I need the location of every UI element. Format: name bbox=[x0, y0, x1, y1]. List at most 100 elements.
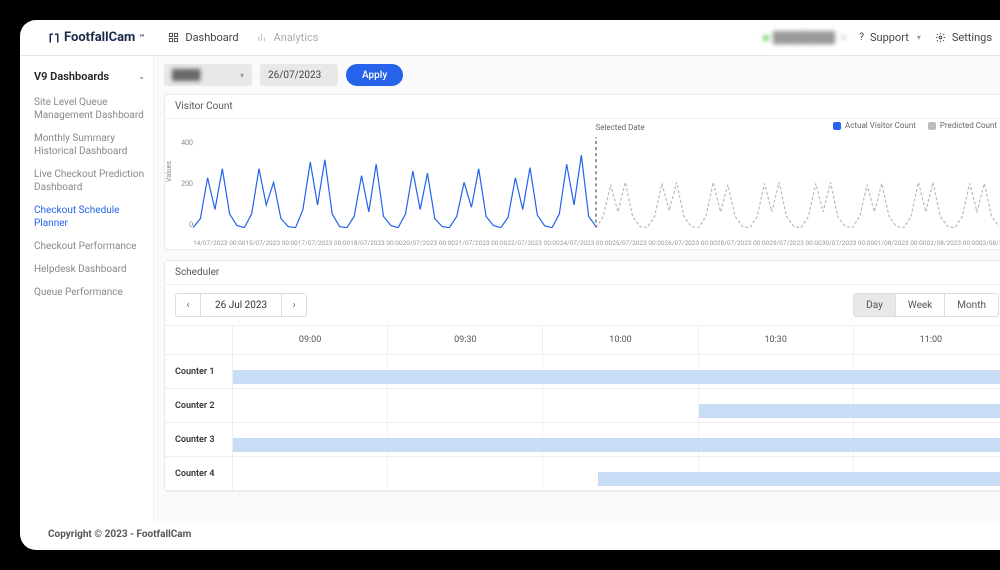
x-tick: 22/07/2023 00:00 bbox=[507, 239, 559, 247]
scheduler-cells[interactable] bbox=[233, 457, 1000, 490]
sidebar-heading[interactable]: V9 Dashboards ⌄ bbox=[34, 66, 145, 91]
scheduler-row-label: Counter 3 bbox=[165, 423, 233, 456]
chevron-right-icon: › bbox=[293, 300, 296, 311]
x-tick: 01/08/2023 00:00 bbox=[874, 239, 926, 247]
logo-icon bbox=[48, 32, 60, 44]
sidebar-item[interactable]: Site Level Queue Management Dashboard bbox=[34, 91, 145, 127]
nav-settings-label: Settings bbox=[952, 31, 992, 44]
chevron-left-icon: ‹ bbox=[186, 300, 189, 311]
scheduler-cells[interactable] bbox=[233, 423, 1000, 456]
y-tick: 0 bbox=[175, 221, 193, 229]
visitor-count-card: Visitor Count Selected Date Actual Visit… bbox=[164, 94, 1000, 250]
nav-dashboard-label: Dashboard bbox=[185, 31, 238, 44]
view-month-button[interactable]: Month bbox=[944, 294, 998, 316]
view-toggle: Day Week Month bbox=[853, 293, 999, 317]
chart-legend: Actual Visitor Count Predicted Count bbox=[833, 121, 997, 130]
user-menu[interactable]: ████████ ▾ bbox=[763, 31, 845, 44]
legend-predicted[interactable]: Predicted Count bbox=[928, 121, 997, 130]
x-tick: 15/07/2023 00:00 bbox=[245, 239, 297, 247]
time-header-cell: 10:00 bbox=[543, 326, 698, 354]
x-tick: 02/08/2023 00:00 bbox=[926, 239, 978, 247]
sidebar-item[interactable]: Helpdesk Dashboard bbox=[34, 258, 145, 281]
date-navigator: ‹ 26 Jul 2023 › bbox=[175, 293, 307, 317]
scheduler-cell[interactable] bbox=[233, 457, 388, 490]
scheduler-cell[interactable] bbox=[388, 389, 543, 422]
actual-line bbox=[193, 155, 596, 228]
prev-date-button[interactable]: ‹ bbox=[176, 300, 200, 311]
date-picker-value: 26/07/2023 bbox=[268, 70, 321, 81]
topbar: FootfallCam ™ Dashboard Analytics ███████… bbox=[20, 20, 1000, 56]
chevron-down-icon: ▾ bbox=[841, 33, 845, 42]
scheduler-cell[interactable] bbox=[388, 457, 543, 490]
site-selector[interactable]: ████ ▾ bbox=[164, 64, 252, 86]
sidebar-item[interactable]: Checkout Schedule Planner bbox=[34, 199, 145, 235]
y-axis-label: Values bbox=[165, 161, 173, 182]
chart-area: Selected Date Actual Visitor Count Predi… bbox=[165, 119, 1000, 249]
legend-actual-label: Actual Visitor Count bbox=[845, 121, 916, 130]
support-icon: ? bbox=[859, 32, 864, 43]
legend-predicted-label: Predicted Count bbox=[940, 121, 997, 130]
sidebar-item[interactable]: Monthly Summary Historical Dashboard bbox=[34, 127, 145, 163]
schedule-bar[interactable] bbox=[233, 438, 1000, 452]
scheduler-date-label: 26 Jul 2023 bbox=[200, 294, 282, 316]
x-tick: 25/07/2023 00:00 bbox=[612, 239, 664, 247]
x-axis-ticks: 14/07/2023 00:0015/07/2023 00:0017/07/20… bbox=[193, 239, 999, 247]
apply-button-label: Apply bbox=[362, 70, 387, 81]
legend-swatch-icon bbox=[928, 122, 936, 130]
scheduler-cells[interactable] bbox=[233, 355, 1000, 388]
scheduler-grid: 09:0009:3010:0010:3011:00 Counter 1Count… bbox=[165, 325, 1000, 491]
scheduler-row-label: Counter 1 bbox=[165, 355, 233, 388]
sidebar-item[interactable]: Live Checkout Prediction Dashboard bbox=[34, 163, 145, 199]
nav-support-label: Support bbox=[870, 31, 909, 44]
nav-settings[interactable]: Settings bbox=[935, 31, 992, 44]
scheduler-row-label: Counter 4 bbox=[165, 457, 233, 490]
scheduler-cell[interactable] bbox=[233, 389, 388, 422]
chevron-down-icon: ▾ bbox=[240, 71, 244, 80]
scheduler-row: Counter 4 bbox=[165, 457, 1000, 491]
analytics-icon bbox=[257, 32, 268, 43]
brand-tm: ™ bbox=[139, 33, 144, 42]
selected-date-label: Selected Date bbox=[595, 123, 644, 132]
time-header-cell: 09:30 bbox=[388, 326, 543, 354]
scheduler-controls: ‹ 26 Jul 2023 › Day Week Month bbox=[165, 285, 1000, 325]
x-tick: 26/07/2023 00:00 bbox=[665, 239, 717, 247]
x-tick: 20/07/2023 00:00 bbox=[403, 239, 455, 247]
scheduler-row: Counter 3 bbox=[165, 423, 1000, 457]
view-week-button[interactable]: Week bbox=[895, 294, 944, 316]
y-axis-ticks: 4002000 bbox=[175, 139, 193, 229]
scheduler-cell[interactable] bbox=[543, 389, 698, 422]
time-header-cell: 10:30 bbox=[699, 326, 854, 354]
copyright-text: Copyright © 2023 - FootfallCam bbox=[48, 529, 191, 540]
sidebar-item[interactable]: Queue Performance bbox=[34, 281, 145, 304]
nav-dashboard[interactable]: Dashboard bbox=[168, 31, 238, 44]
apply-button[interactable]: Apply bbox=[346, 64, 403, 86]
sidebar-item[interactable]: Checkout Performance bbox=[34, 235, 145, 258]
nav-analytics[interactable]: Analytics bbox=[257, 31, 319, 44]
visitor-count-chart bbox=[193, 137, 999, 228]
user-name-blurred: ████████ bbox=[773, 31, 835, 44]
x-tick: 28/07/2023 00:00 bbox=[717, 239, 769, 247]
legend-actual[interactable]: Actual Visitor Count bbox=[833, 121, 916, 130]
x-tick: 03/08/2023 00:00 bbox=[979, 239, 1000, 247]
sidebar: V9 Dashboards ⌄ Site Level Queue Managem… bbox=[20, 56, 154, 523]
next-date-button[interactable]: › bbox=[282, 300, 306, 311]
scheduler-row: Counter 2 bbox=[165, 389, 1000, 423]
dashboard-icon bbox=[168, 32, 179, 43]
nav-support[interactable]: ? Support ▾ bbox=[859, 31, 921, 44]
brand-name: FootfallCam bbox=[64, 30, 135, 45]
legend-swatch-icon bbox=[833, 122, 841, 130]
schedule-bar[interactable] bbox=[598, 472, 1000, 486]
schedule-bar[interactable] bbox=[699, 404, 1000, 418]
y-tick: 200 bbox=[175, 180, 193, 188]
scheduler-cells[interactable] bbox=[233, 389, 1000, 422]
scheduler-title: Scheduler bbox=[165, 261, 1000, 285]
x-tick: 21/07/2023 00:00 bbox=[455, 239, 507, 247]
scheduler-card: Scheduler ‹ 26 Jul 2023 › Day Week bbox=[164, 260, 1000, 492]
user-status-icon bbox=[763, 35, 769, 41]
brand-logo: FootfallCam ™ bbox=[48, 30, 144, 45]
x-tick: 17/07/2023 00:00 bbox=[298, 239, 350, 247]
view-day-button[interactable]: Day bbox=[854, 294, 895, 316]
schedule-bar[interactable] bbox=[233, 370, 1000, 384]
date-picker[interactable]: 26/07/2023 bbox=[260, 64, 338, 86]
app-window: FootfallCam ™ Dashboard Analytics ███████… bbox=[20, 20, 1000, 550]
